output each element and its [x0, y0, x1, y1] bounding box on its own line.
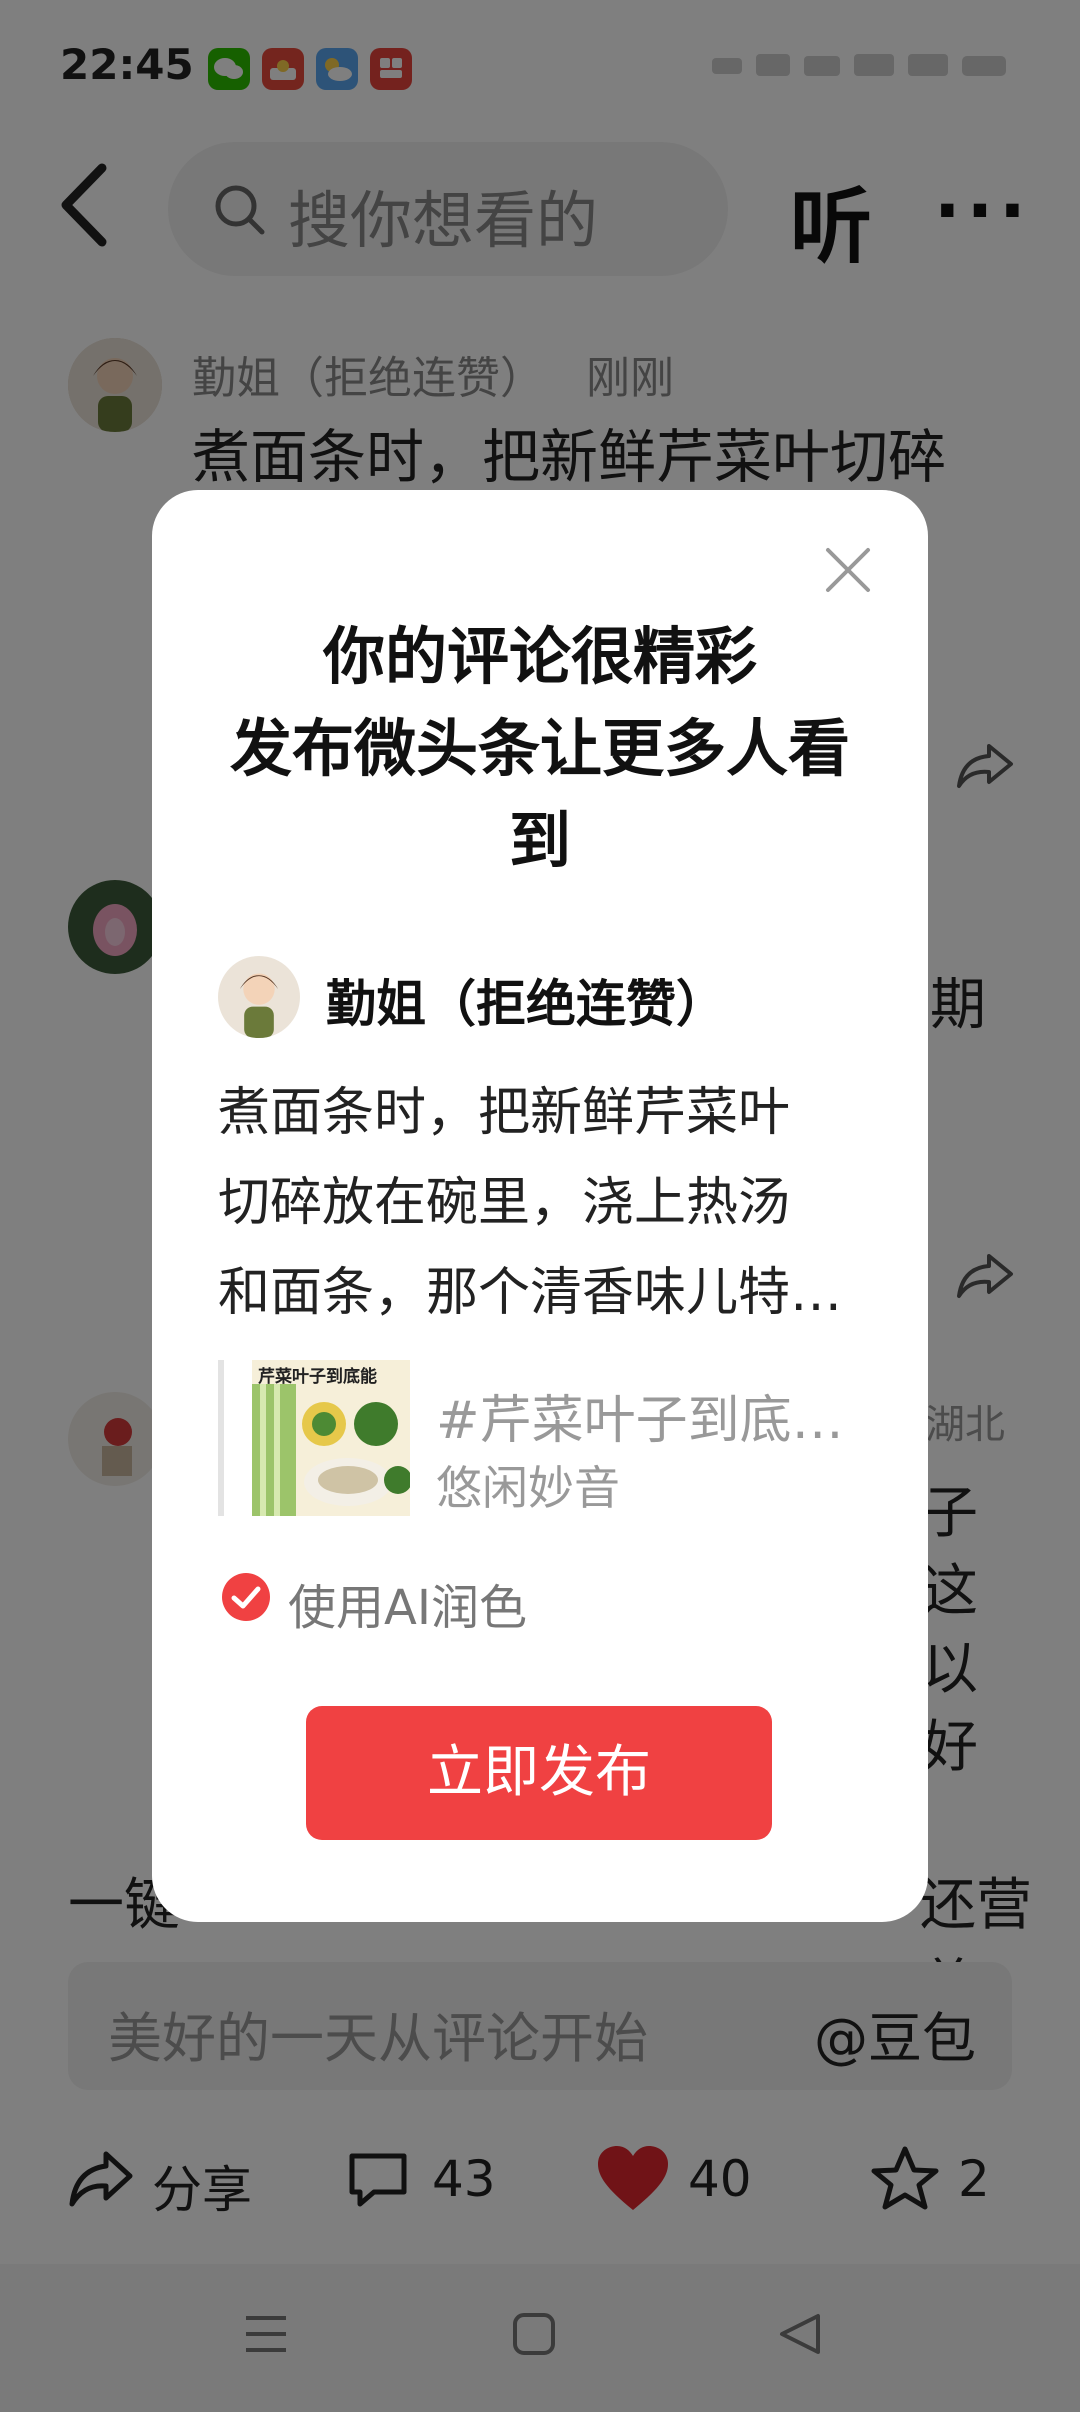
- dialog-title: 发布微头条让更多人看: [229, 712, 850, 785]
- topic-thumbnail[interactable]: 芹菜叶子到底能: [252, 1360, 410, 1516]
- dialog-title: 你的评论很精彩: [322, 620, 757, 693]
- close-icon[interactable]: [822, 544, 874, 596]
- ai-polish-label[interactable]: 使用AI润色: [288, 1568, 527, 1638]
- dialog-content-line: 煮面条时，把新鲜芹菜叶: [218, 1083, 791, 1143]
- avatar: [218, 956, 300, 1038]
- topic-title[interactable]: #芹菜叶子到底…: [436, 1378, 844, 1453]
- dim-overlay-status: [0, 0, 1080, 120]
- dialog-title: 到: [508, 804, 571, 877]
- topic-author: 悠闲妙音: [436, 1461, 620, 1515]
- publish-button[interactable]: 立即发布: [306, 1706, 772, 1840]
- ai-polish-checkbox[interactable]: [222, 1573, 270, 1621]
- dialog-content-line: 切碎放在碗里，浇上热汤: [218, 1173, 791, 1233]
- dialog-author: 勤姐（拒绝连赞）: [326, 975, 726, 1033]
- dialog-content-line: 和面条，那个清香味儿特…: [218, 1263, 843, 1323]
- quote-bar: [218, 1360, 224, 1516]
